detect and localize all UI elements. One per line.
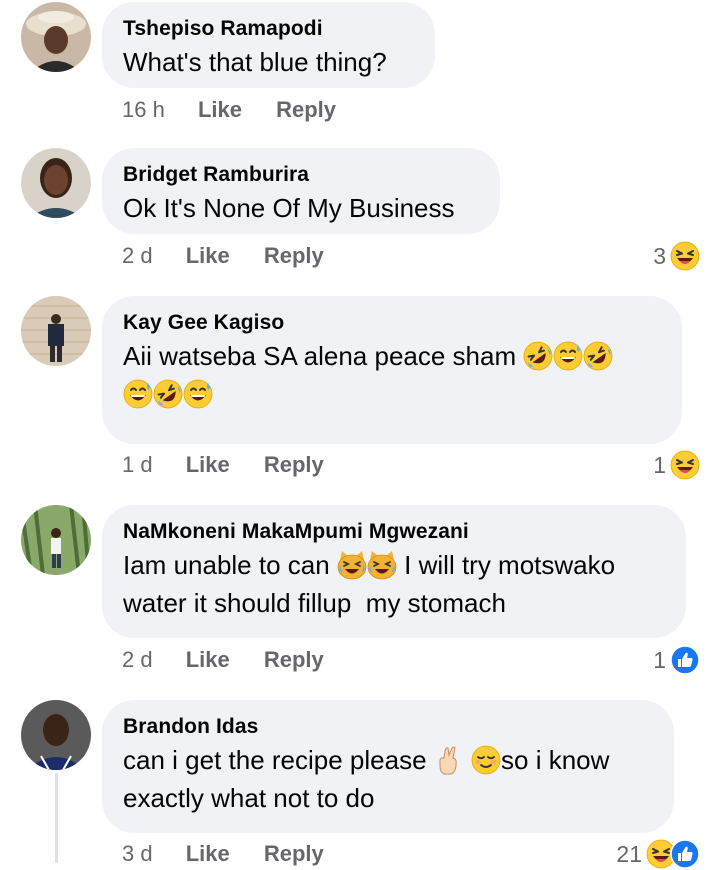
reaction-summary[interactable]: 3 xyxy=(653,240,700,272)
like-button[interactable]: Like xyxy=(186,241,230,271)
grinning-sweat-emoji-icon xyxy=(183,379,213,409)
comment-author[interactable]: NaMkoneni MakaMpumi Mgwezani xyxy=(123,518,664,546)
comment-author[interactable]: Bridget Ramburira xyxy=(123,161,478,189)
comment-author[interactable]: Tshepiso Ramapodi xyxy=(123,15,413,43)
comment-actions: 2 d Like Reply xyxy=(122,241,352,271)
reply-button[interactable]: Reply xyxy=(264,645,324,675)
comment-timestamp[interactable]: 1 d xyxy=(122,450,153,480)
avatar[interactable] xyxy=(21,148,91,218)
laughing-emoji-icon xyxy=(670,241,700,271)
comment-timestamp[interactable]: 16 h xyxy=(122,95,165,125)
laughing-emoji-icon xyxy=(670,450,700,480)
reaction-summary[interactable]: 1 xyxy=(653,644,700,676)
relieved-face-emoji-icon xyxy=(471,745,501,775)
rolling-laughing-emoji-icon xyxy=(583,341,614,371)
reply-button[interactable]: Reply xyxy=(276,95,336,125)
avatar[interactable] xyxy=(21,296,91,366)
comment-timestamp[interactable]: 3 d xyxy=(122,839,153,869)
crossed-fingers-emoji-icon xyxy=(434,745,464,775)
comment-actions: 2 d Like Reply xyxy=(122,645,352,675)
comment-text-line: water it should fillup my stomach xyxy=(123,588,506,618)
like-reaction-icon xyxy=(670,839,700,869)
rolling-laughing-emoji-icon xyxy=(523,341,554,371)
like-button[interactable]: Like xyxy=(186,450,230,480)
grinning-sweat-emoji-icon xyxy=(123,379,153,409)
reply-thread-line xyxy=(55,773,58,863)
comment-text: Ok It's None Of My Business xyxy=(123,193,455,223)
comment-text-part: Iam unable to can xyxy=(123,550,330,580)
rolling-laughing-emoji-icon xyxy=(153,379,183,409)
reaction-summary[interactable]: 21 xyxy=(616,838,700,870)
like-button[interactable]: Like xyxy=(198,95,242,125)
reply-button[interactable]: Reply xyxy=(264,241,324,271)
reply-button[interactable]: Reply xyxy=(264,450,324,480)
reaction-count: 1 xyxy=(653,451,666,478)
comment-author[interactable]: Kay Gee Kagiso xyxy=(123,309,660,337)
comment-actions: 3 d Like Reply xyxy=(122,839,352,869)
comment-text: can i get the recipe please so i know ex… xyxy=(123,741,652,817)
comment-text-part: can i get the recipe please xyxy=(123,745,427,775)
like-reaction-icon xyxy=(670,645,700,675)
avatar[interactable] xyxy=(21,505,91,575)
grinning-sweat-emoji-icon xyxy=(553,341,584,371)
comment-text-line: Aii watseba SA alena peace sham xyxy=(123,341,517,371)
comment-text: Aii watseba SA alena peace sham xyxy=(123,337,660,413)
comment-text: Iam unable to can I will try motswako wa… xyxy=(123,546,664,622)
like-button[interactable]: Like xyxy=(186,645,230,675)
comment-bubble: Bridget Ramburira Ok It's None Of My Bus… xyxy=(102,148,500,234)
comment-actions: 16 h Like Reply xyxy=(122,95,364,125)
comment-text-part: so i know xyxy=(501,745,610,775)
like-button[interactable]: Like xyxy=(186,839,230,869)
reaction-count: 21 xyxy=(616,840,642,867)
comment-bubble: Tshepiso Ramapodi What's that blue thing… xyxy=(102,2,435,88)
comment-bubble: Kay Gee Kagiso Aii watseba SA alena peac… xyxy=(102,296,682,444)
cat-tears-of-joy-emoji-icon xyxy=(367,550,397,580)
avatar[interactable] xyxy=(21,2,91,72)
reaction-count: 1 xyxy=(653,646,666,673)
comment-text-line: exactly what not to do xyxy=(123,783,375,813)
comment-timestamp[interactable]: 2 d xyxy=(122,645,153,675)
comment-actions: 1 d Like Reply xyxy=(122,450,352,480)
comment-bubble: Brandon Idas can i get the recipe please… xyxy=(102,700,674,833)
cat-tears-of-joy-emoji-icon xyxy=(337,550,367,580)
reaction-summary[interactable]: 1 xyxy=(653,449,700,481)
comment-text: What's that blue thing? xyxy=(123,47,387,77)
avatar[interactable] xyxy=(21,700,91,770)
comment-author[interactable]: Brandon Idas xyxy=(123,713,652,741)
comment-bubble: NaMkoneni MakaMpumi Mgwezani Iam unable … xyxy=(102,505,686,638)
comment-timestamp[interactable]: 2 d xyxy=(122,241,153,271)
comment-text-part: I will try motswako xyxy=(404,550,616,580)
reply-button[interactable]: Reply xyxy=(264,839,324,869)
reaction-count: 3 xyxy=(653,242,666,269)
